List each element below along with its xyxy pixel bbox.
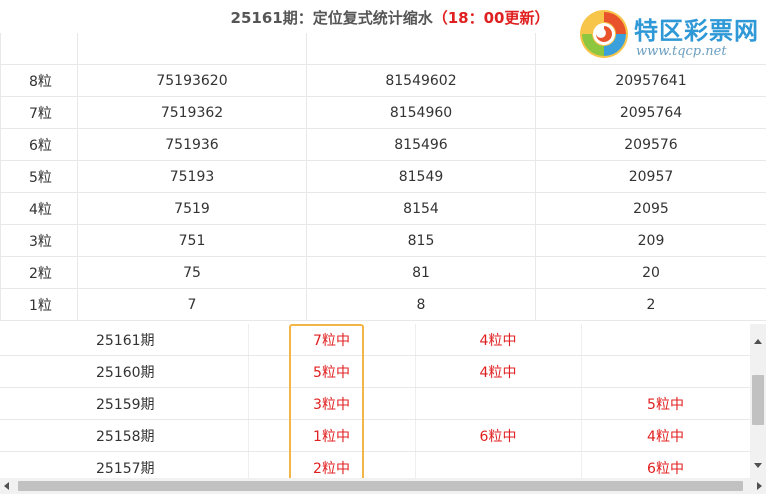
row-label: 8粒 <box>0 64 78 97</box>
table-cell: 751936 <box>77 128 307 161</box>
hit-cell: 1粒中 <box>248 419 416 452</box>
table-cell: 7 <box>77 288 307 321</box>
table-cell: 209576 <box>535 128 767 161</box>
table-row: 2粒 75 81 20 <box>0 256 767 289</box>
table-cell: 75 <box>77 256 307 289</box>
table-cell: 81549602 <box>306 64 536 97</box>
hit-cell: 4粒中 <box>415 355 582 388</box>
page-right-margin <box>766 33 779 498</box>
hit-cell <box>581 324 750 356</box>
scroll-left-icon[interactable] <box>4 482 9 490</box>
vertical-scrollbar[interactable] <box>750 324 766 485</box>
table-row: 6粒 751936 815496 209576 <box>0 128 767 161</box>
table-cell: 8154 <box>306 192 536 225</box>
history-table: 25161期 7粒中 4粒中 25160期 5粒中 4粒中 25159期 3粒中… <box>0 324 750 484</box>
hit-cell: 3粒中 <box>248 387 416 420</box>
table-cell: 7519362 <box>77 96 307 129</box>
table-row: 5粒 75193 81549 20957 <box>0 160 767 193</box>
table-cell: 815 <box>306 224 536 257</box>
table-row <box>0 33 767 65</box>
issue-number: 25161期 <box>0 324 249 356</box>
table-row: 4粒 7519 8154 2095 <box>0 192 767 225</box>
scroll-up-icon[interactable] <box>754 339 762 344</box>
scroll-down-icon[interactable] <box>754 463 762 468</box>
title-main: 25161期：定位复式统计缩水 <box>230 9 433 27</box>
table-cell: 209 <box>535 224 767 257</box>
table-row: 8粒 75193620 81549602 20957641 <box>0 64 767 97</box>
table-cell: 75193620 <box>77 64 307 97</box>
vertical-scroll-thumb[interactable] <box>752 375 764 425</box>
horizontal-scrollbar[interactable] <box>0 478 766 494</box>
table-cell <box>77 33 307 65</box>
table-cell: 20957 <box>535 160 767 193</box>
scroll-right-icon[interactable] <box>757 482 762 490</box>
hit-cell: 6粒中 <box>415 419 582 452</box>
row-label: 1粒 <box>0 288 78 321</box>
table-cell <box>535 33 767 65</box>
table-cell: 20957641 <box>535 64 767 97</box>
table-cell: 815496 <box>306 128 536 161</box>
hit-cell <box>415 387 582 420</box>
table-cell: 2095764 <box>535 96 767 129</box>
hit-cell: 4粒中 <box>581 419 750 452</box>
table-cell: 751 <box>77 224 307 257</box>
table-cell: 7519 <box>77 192 307 225</box>
hit-cell: 5粒中 <box>248 355 416 388</box>
table-cell: 2095 <box>535 192 767 225</box>
hit-cell: 7粒中 <box>248 324 416 356</box>
hit-cell <box>581 355 750 388</box>
row-label: 3粒 <box>0 224 78 257</box>
row-label: 7粒 <box>0 96 78 129</box>
horizontal-scroll-thumb[interactable] <box>18 481 743 491</box>
row-label <box>0 33 78 65</box>
table-row: 25160期 5粒中 4粒中 <box>0 355 750 388</box>
hit-cell: 4粒中 <box>415 324 582 356</box>
history-scroll-area[interactable]: 25161期 7粒中 4粒中 25160期 5粒中 4粒中 25159期 3粒中… <box>0 324 750 485</box>
title-update-time: （18：00更新） <box>432 9 550 27</box>
table-row: 25159期 3粒中 5粒中 <box>0 387 750 420</box>
row-label: 5粒 <box>0 160 78 193</box>
table-row: 25158期 1粒中 6粒中 4粒中 <box>0 419 750 452</box>
table-cell: 81 <box>306 256 536 289</box>
table-cell: 81549 <box>306 160 536 193</box>
issue-number: 25158期 <box>0 419 249 452</box>
issue-number: 25160期 <box>0 355 249 388</box>
table-cell <box>306 33 536 65</box>
table-row: 3粒 751 815 209 <box>0 224 767 257</box>
page-title: 25161期：定位复式统计缩水（18：00更新） <box>150 7 630 28</box>
table-row: 7粒 7519362 8154960 2095764 <box>0 96 767 129</box>
table-cell: 8154960 <box>306 96 536 129</box>
table-row: 25161期 7粒中 4粒中 <box>0 324 750 356</box>
row-label: 6粒 <box>0 128 78 161</box>
table-cell: 20 <box>535 256 767 289</box>
position-stats-table: 8粒 75193620 81549602 20957641 7粒 7519362… <box>0 33 767 321</box>
table-row: 1粒 7 8 2 <box>0 288 767 321</box>
row-label: 4粒 <box>0 192 78 225</box>
hit-cell: 5粒中 <box>581 387 750 420</box>
issue-number: 25159期 <box>0 387 249 420</box>
row-label: 2粒 <box>0 256 78 289</box>
table-cell: 2 <box>535 288 767 321</box>
table-cell: 8 <box>306 288 536 321</box>
table-cell: 75193 <box>77 160 307 193</box>
